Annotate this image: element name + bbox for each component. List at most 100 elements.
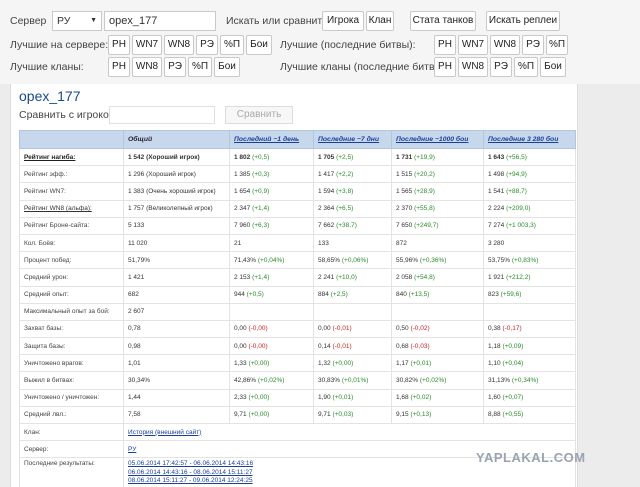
- result-period-link[interactable]: 08.06.2014 15:11:27 - 09.06.2014 12:24:2…: [128, 477, 575, 486]
- recent-rn-button[interactable]: РН: [434, 35, 456, 55]
- stat-delta: (+3,8): [336, 187, 354, 195]
- stat-value: 0,98: [128, 342, 141, 350]
- stat-cell: 840 (+13,5): [391, 285, 484, 304]
- stat-value: 30,82%: [396, 377, 419, 385]
- header-last-day[interactable]: Последний ~1 день: [229, 130, 314, 149]
- header-last-1000[interactable]: Последние ~1000 бои: [391, 130, 484, 149]
- stat-cell: 5 133: [123, 216, 230, 235]
- server-select[interactable]: РУ ▼: [52, 11, 102, 31]
- best-wn7-button[interactable]: WN7: [132, 35, 162, 55]
- server-link[interactable]: РУ: [128, 446, 136, 453]
- stat-value: 11 020: [128, 239, 148, 247]
- stat-cell: 7,58: [123, 405, 230, 425]
- result-period-link[interactable]: 06.06.2014 14:43:16 - 08.06.2014 15:11:2…: [128, 469, 575, 478]
- stat-value: 42,86%: [234, 377, 257, 385]
- stat-value: 0,00: [318, 325, 331, 333]
- best-winrate-button[interactable]: %П: [220, 35, 244, 55]
- table-row: Процент побед: 51,79% 71,43% (+0,04%) 58,65…: [19, 251, 576, 270]
- stat-cell: 1,44: [123, 388, 230, 407]
- recent-wn7-button[interactable]: WN7: [458, 35, 488, 55]
- tank-stats-button[interactable]: Стата танков: [410, 11, 476, 31]
- stat-value: 133: [318, 239, 329, 247]
- stat-value: 1 296 (Хороший игрок): [128, 170, 196, 178]
- clans-recent-rn-button[interactable]: РН: [434, 57, 456, 77]
- table-row: Максимальный опыт за бой: 2 607: [19, 302, 576, 321]
- stat-delta: (+55,8): [414, 205, 435, 213]
- stat-value: 0,00: [234, 325, 247, 333]
- row-label[interactable]: Рейтинг WN8 (альфа):: [19, 199, 124, 218]
- stat-delta: (+0,02): [410, 394, 432, 402]
- compare-button[interactable]: Сравнить: [225, 106, 293, 124]
- clans-recent-winrate-button[interactable]: %П: [514, 57, 538, 77]
- stat-cell: 30,83% (+0,01%): [313, 371, 392, 390]
- compare-player-input[interactable]: [109, 106, 215, 124]
- stat-cell: 9,71 (+0,03): [313, 405, 392, 425]
- search-clan-button[interactable]: Клан: [366, 11, 394, 31]
- stat-delta: (-0,00): [248, 325, 268, 333]
- stat-value: 7 960: [234, 222, 251, 230]
- stat-cell: 1,32 (+0,00): [313, 354, 392, 373]
- stat-value: 30,34%: [128, 377, 151, 385]
- search-player-button[interactable]: Игрока: [322, 11, 364, 31]
- stat-cell: 0,14 (-0,01): [313, 337, 392, 356]
- stat-value: 1 515: [396, 170, 413, 178]
- stat-value: 682: [128, 291, 139, 299]
- clans-recent-battles-button[interactable]: Бои: [540, 57, 566, 77]
- stat-cell: 1 421: [123, 268, 230, 287]
- header-last-week[interactable]: Последние ~7 дни: [313, 130, 392, 149]
- recent-wn8-button[interactable]: WN8: [490, 35, 520, 55]
- player-search-input[interactable]: opex_177: [104, 11, 216, 31]
- stat-value: 31,13%: [488, 377, 511, 385]
- stat-cell: [313, 302, 392, 321]
- row-label: Рейтинг эфф.:: [19, 165, 124, 184]
- stat-delta: (+0,55): [502, 411, 524, 419]
- stat-delta: (+0,01%): [341, 377, 369, 385]
- stat-cell: 1 498 (+94,9): [483, 165, 576, 184]
- stat-cell: История (внешний сайт): [123, 422, 576, 442]
- clan-history-link[interactable]: История (внешний сайт): [128, 429, 201, 436]
- best-re-button[interactable]: РЭ: [196, 35, 218, 55]
- stat-cell: [391, 302, 484, 321]
- stat-cell: 1 385 (+0,3): [229, 165, 314, 184]
- stat-delta: (+6,5): [336, 205, 354, 213]
- stat-value: 2 364: [318, 205, 335, 213]
- stat-delta: (+56,5): [506, 153, 527, 161]
- header-empty: [19, 130, 124, 149]
- clans-battles-button[interactable]: Бои: [214, 57, 240, 77]
- clans-rn-button[interactable]: РН: [108, 57, 130, 77]
- stat-value: 58,65%: [318, 256, 341, 264]
- stat-value: 1 565: [396, 187, 413, 195]
- search-replays-button[interactable]: Искать реплеи: [486, 11, 560, 31]
- clans-winrate-button[interactable]: %П: [188, 57, 212, 77]
- row-label: Сервер:: [19, 440, 124, 459]
- stat-delta: (+0,01): [410, 359, 432, 367]
- clans-wn8-button[interactable]: WN8: [132, 57, 162, 77]
- best-clans-recent-label: Лучшие кланы (последние битвы):: [280, 61, 449, 73]
- stat-value: 1 705: [318, 153, 335, 161]
- stat-cell: 31,13% (+0,34%): [483, 371, 576, 390]
- best-recent-label: Лучшие (последние битвы):: [280, 39, 416, 51]
- stat-cell: [483, 302, 576, 321]
- table-row: Рейтинг WN7: 1 383 (Очень хороший игрок) 1…: [19, 182, 576, 201]
- row-label[interactable]: Рейтинг нагиба:: [19, 147, 124, 167]
- top-toolbar: Сервер РУ ▼ opex_177 Искать или сравнить…: [0, 0, 640, 84]
- clans-re-button[interactable]: РЭ: [164, 57, 186, 77]
- best-wn8-button[interactable]: WN8: [164, 35, 194, 55]
- stat-value: 9,71: [234, 411, 247, 419]
- stat-cell: 1 731 (+19,9): [391, 147, 484, 167]
- recent-winrate-button[interactable]: %П: [546, 35, 568, 55]
- clans-recent-wn8-button[interactable]: WN8: [458, 57, 488, 77]
- stat-cell: 1 296 (Хороший игрок): [123, 165, 230, 184]
- row-label: Рейтинг WN7:: [19, 182, 124, 201]
- stat-delta: (-0,01): [332, 342, 352, 350]
- stat-cell: 2 347 (+1,4): [229, 199, 314, 218]
- stat-delta: (-0,17): [502, 325, 522, 333]
- best-rn-button[interactable]: РН: [108, 35, 130, 55]
- header-last-3280[interactable]: Последние 3 280 бои: [483, 130, 576, 149]
- best-battles-button[interactable]: Бои: [246, 35, 272, 55]
- recent-re-button[interactable]: РЭ: [522, 35, 544, 55]
- stat-delta: (+0,00): [332, 359, 354, 367]
- clans-recent-re-button[interactable]: РЭ: [490, 57, 512, 77]
- row-label: Выжил в битвах:: [19, 371, 124, 390]
- stat-delta: (+1,4): [252, 273, 270, 281]
